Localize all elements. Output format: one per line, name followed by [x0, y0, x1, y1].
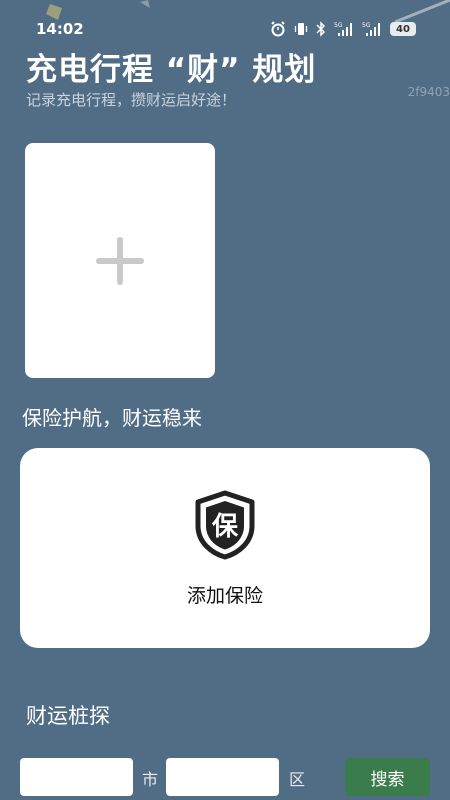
signal-5g-icon-2: 5G: [362, 22, 380, 36]
bluetooth-icon: [316, 21, 326, 37]
district-unit-label: 区: [289, 770, 306, 789]
district-input[interactable]: [166, 758, 279, 796]
city-unit-label: 市: [142, 770, 159, 789]
clock-time: 14:02: [36, 20, 84, 38]
watermark: 2f9403: [407, 85, 450, 99]
insurance-section-title: 保险护航，财运稳来: [22, 406, 202, 430]
page-subtitle: 记录充电行程，攒财运启好途！: [26, 91, 237, 109]
add-trip-photo-button[interactable]: [25, 143, 215, 378]
add-insurance-label: 添加保险: [186, 585, 263, 607]
search-button[interactable]: 搜索: [345, 758, 430, 796]
add-insurance-card[interactable]: 保 添加保险: [20, 448, 430, 648]
insurance-shield-icon: 保: [195, 490, 255, 560]
station-search-title: 财运桩探: [26, 704, 110, 728]
status-icons: 5G 5G 40: [270, 20, 416, 38]
status-bar: 14:02 5G 5G 40: [0, 0, 450, 38]
battery-icon: 40: [390, 22, 416, 36]
alarm-icon: [271, 21, 285, 37]
plus-icon: [96, 236, 144, 285]
svg-text:5G: 5G: [334, 22, 343, 29]
insurance-icon-char: 保: [211, 512, 239, 542]
svg-text:5G: 5G: [362, 22, 371, 29]
page-title: 充电行程 “财” 规划: [26, 52, 317, 88]
city-input[interactable]: [20, 758, 133, 796]
signal-5g-icon: 5G: [334, 22, 352, 36]
vibrate-icon: [294, 23, 308, 35]
